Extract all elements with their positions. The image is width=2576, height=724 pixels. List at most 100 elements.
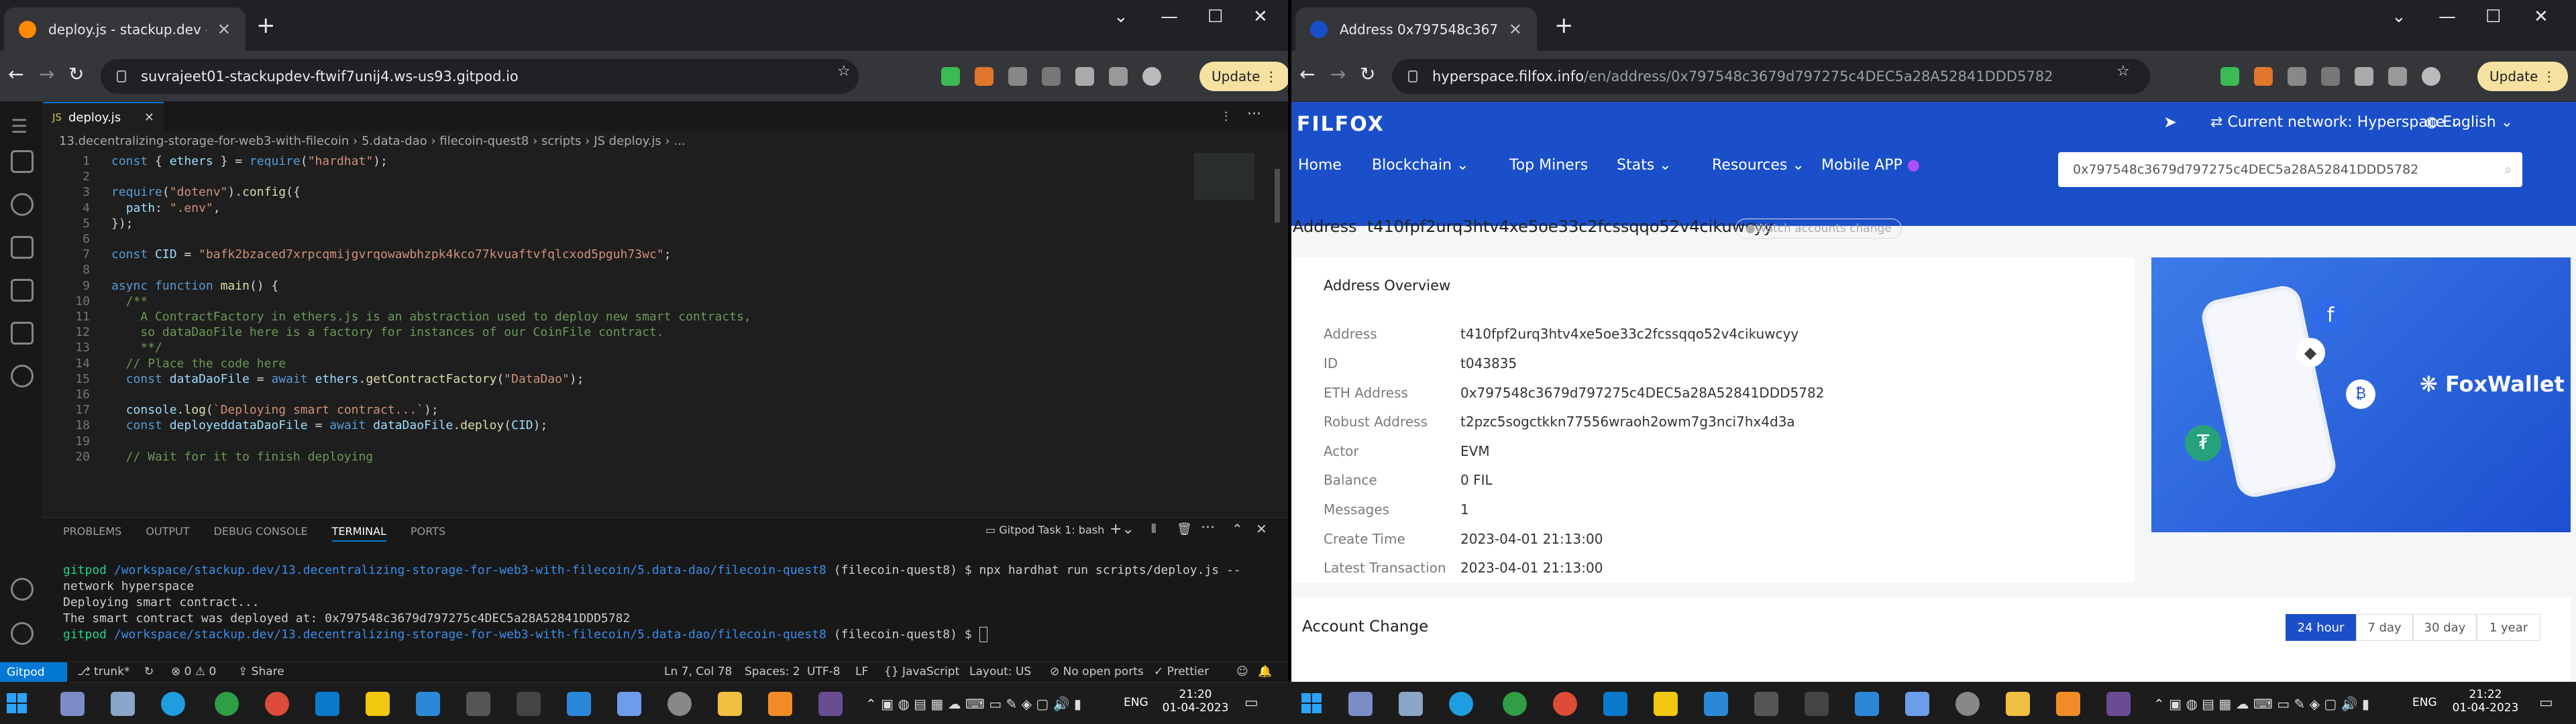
breadcrumb-item[interactable]: 5.data-dao <box>362 134 427 148</box>
notifications-icon[interactable]: 🔔 <box>1258 665 1272 678</box>
search-icon[interactable] <box>111 692 135 716</box>
app-icon[interactable] <box>1855 692 1879 716</box>
extension-icon[interactable] <box>1042 67 1061 86</box>
close-icon[interactable]: ✕ <box>144 111 154 125</box>
todo-icon[interactable] <box>416 692 440 716</box>
settings-gear-icon[interactable] <box>1955 692 1980 716</box>
nav-home[interactable]: Home <box>1298 157 1342 174</box>
profile-avatar[interactable] <box>2422 67 2440 86</box>
clock[interactable]: 21:22 01-04-2023 <box>2449 688 2522 715</box>
terminal-icon[interactable] <box>1805 692 1829 716</box>
account-icon[interactable] <box>11 578 34 601</box>
menu-icon[interactable]: ☰ <box>11 115 28 137</box>
address-bar[interactable]: hyperspace.filfox.info/en/address/0x7975… <box>1392 59 2150 94</box>
breadcrumb-item[interactable]: scripts <box>541 134 582 148</box>
file-explorer-icon[interactable] <box>2006 692 2030 716</box>
language-indicator[interactable]: ENG <box>2412 696 2437 709</box>
extension-shield-icon[interactable] <box>941 67 960 86</box>
extension-metamask-icon[interactable] <box>975 67 994 86</box>
watch-accounts-button[interactable]: ● Watch accounts change <box>1735 219 1902 239</box>
code-line[interactable]: console.log(`Deploying smart contract...… <box>111 403 439 417</box>
puzzle-icon[interactable] <box>2355 67 2373 86</box>
breadcrumb-item[interactable]: ... <box>674 134 685 148</box>
code-line[interactable]: // Wait for it to finish deploying <box>111 450 373 464</box>
extensions-icon[interactable] <box>11 322 34 345</box>
vscode-icon[interactable] <box>1603 692 1627 716</box>
notion-icon[interactable] <box>466 692 490 716</box>
clock[interactable]: 21:20 01-04-2023 <box>1159 688 1232 715</box>
maximize-icon[interactable]: ☐ <box>1208 7 1223 27</box>
split-editor-icon[interactable]: ⫶ <box>1224 109 1228 125</box>
todo-icon[interactable] <box>1704 692 1728 716</box>
feedback-icon[interactable]: ☺ <box>1236 665 1248 678</box>
code-line[interactable]: async function main() { <box>111 279 278 293</box>
code-line[interactable]: // Place the code here <box>111 357 286 371</box>
range-30d-button[interactable]: 30 day <box>2413 614 2477 641</box>
tab-deploy-js[interactable]: JS deploy.js ✕ <box>43 102 164 131</box>
vlc-icon[interactable] <box>768 692 792 716</box>
calculator-icon[interactable] <box>1905 692 1929 716</box>
vlc-icon[interactable] <box>2056 692 2080 716</box>
branch-status[interactable]: ⎇ trunk* <box>77 665 130 678</box>
notion-icon[interactable] <box>1754 692 1778 716</box>
minimize-icon[interactable]: — <box>2438 7 2456 27</box>
minimize-icon[interactable]: — <box>1161 7 1178 27</box>
edge-icon[interactable] <box>1449 692 1473 716</box>
foxwallet-ad-banner[interactable]: f ₮ ◆ ₿ ❋ FoxWallet <box>2151 257 2571 532</box>
calculator-icon[interactable] <box>60 692 85 716</box>
code-line[interactable]: }); <box>111 217 133 231</box>
cursor-position[interactable]: Ln 7, Col 78 <box>664 665 732 678</box>
sticky-notes-icon[interactable] <box>1654 692 1678 716</box>
new-tab-icon[interactable]: + <box>1554 12 1574 39</box>
extension-metamask-icon[interactable] <box>2254 67 2273 86</box>
eol-status[interactable]: LF <box>855 665 868 678</box>
close-icon[interactable]: ✕ <box>217 20 231 39</box>
code-line[interactable]: const dataDaoFile = await ethers.getCont… <box>111 372 584 386</box>
filfox-logo[interactable]: FILFOX <box>1297 113 1385 136</box>
gitpod-status[interactable]: Gitpod <box>0 662 67 682</box>
chrome-icon[interactable] <box>1553 692 1577 716</box>
calculator-icon[interactable] <box>617 692 641 716</box>
tab-debug-console[interactable]: DEBUG CONSOLE <box>214 525 308 542</box>
range-24h-button[interactable]: 24 hour <box>2286 614 2356 641</box>
reload-icon[interactable]: ↻ <box>68 63 84 85</box>
maximize-icon[interactable]: ☐ <box>2485 7 2501 27</box>
code-line[interactable]: const { ethers } = require("hardhat"); <box>111 154 388 168</box>
telegram-icon[interactable]: ➤ <box>2163 113 2177 131</box>
search-icon[interactable]: ⌕ <box>2504 162 2512 177</box>
tab-terminal[interactable]: TERMINAL <box>331 525 387 542</box>
sync-icon[interactable]: ↻ <box>144 665 154 678</box>
ports-status[interactable]: ⊘ No open ports <box>1050 665 1144 678</box>
tab-ports[interactable]: PORTS <box>411 525 445 542</box>
nav-resources[interactable]: Resources ⌄ <box>1712 157 1805 174</box>
add-terminal-icon[interactable]: +⌄ <box>1110 521 1134 538</box>
tab-search-icon[interactable]: ⌄ <box>2392 7 2406 27</box>
back-icon[interactable]: ← <box>8 63 23 85</box>
indentation-status[interactable]: Spaces: 2 <box>745 665 800 678</box>
sticky-notes-icon[interactable] <box>366 692 390 716</box>
app-icon[interactable] <box>2106 692 2131 716</box>
search-input[interactable]: 0x797548c3679d797275c4DEC5a28A52841DDD57… <box>2058 152 2522 187</box>
system-tray-icons[interactable]: ⌃ ▣ ◍ ▤ ▦ ☁ ⌨ ▭ ✎ ◈ ▢ 🔊 ▮ <box>865 696 1081 712</box>
scrollbar[interactable] <box>1275 169 1280 223</box>
nav-stats[interactable]: Stats ⌄ <box>1617 157 1672 174</box>
minimap[interactable] <box>1194 153 1254 200</box>
start-icon[interactable] <box>7 693 27 713</box>
code-editor[interactable]: 1 const { ethers } = require("hardhat"); 2… <box>43 154 1183 516</box>
code-line[interactable]: so dataDaoFile here is a factory for ins… <box>111 325 663 339</box>
close-icon[interactable]: ✕ <box>1509 20 1522 39</box>
forward-icon[interactable]: → <box>39 63 54 85</box>
close-window-icon[interactable]: ✕ <box>1253 7 1268 27</box>
run-debug-icon[interactable] <box>11 279 34 302</box>
language-indicator[interactable]: ENG <box>1124 696 1148 709</box>
code-line[interactable]: /** <box>111 294 148 308</box>
more-actions-icon[interactable]: ··· <box>1247 106 1261 123</box>
left-tab-gitpod[interactable]: deploy.js - stackup.dev - Gitpod ✕ <box>4 7 246 51</box>
app-icon[interactable] <box>215 692 239 716</box>
share-status[interactable]: ⇪ Share <box>238 665 284 678</box>
notifications-icon[interactable]: ▭ <box>2539 695 2553 711</box>
range-7d-button[interactable]: 7 day <box>2356 614 2413 641</box>
extension-icon[interactable] <box>1008 67 1027 86</box>
settings-gear-icon[interactable] <box>667 692 692 716</box>
chrome-icon[interactable] <box>265 692 289 716</box>
